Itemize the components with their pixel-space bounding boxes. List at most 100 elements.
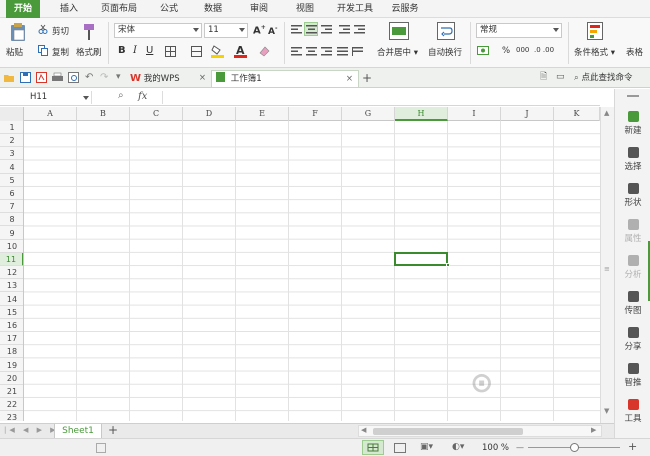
align-center-icon[interactable]: [305, 46, 317, 56]
zoom-level[interactable]: 100 %: [482, 443, 509, 453]
tab-formulas[interactable]: 公式: [152, 0, 186, 18]
row-header[interactable]: 1: [0, 121, 23, 134]
row-header[interactable]: 22: [0, 398, 23, 412]
row-header[interactable]: 18: [0, 345, 23, 359]
font-name-select[interactable]: 宋体: [114, 23, 202, 38]
row-header[interactable]: 17: [0, 332, 23, 346]
cell-grid[interactable]: [24, 121, 600, 421]
column-header[interactable]: K: [554, 107, 600, 121]
underline-icon[interactable]: U: [146, 45, 153, 56]
zoom-lens-icon[interactable]: ⌕: [118, 90, 124, 101]
save-icon[interactable]: [20, 72, 31, 83]
panel-collapse-icon[interactable]: [627, 95, 639, 97]
row-header[interactable]: 2: [0, 134, 23, 148]
column-header[interactable]: C: [130, 107, 183, 121]
print-preview-icon[interactable]: [68, 72, 79, 83]
normal-view-icon[interactable]: [362, 440, 384, 455]
close-icon[interactable]: ×: [346, 71, 353, 88]
tab-page-layout[interactable]: 页面布局: [96, 0, 142, 18]
panel-item-share[interactable]: 分享: [615, 327, 650, 352]
tab-workbook[interactable]: 工作簿1 ×: [211, 70, 359, 87]
tab-view[interactable]: 视图: [288, 0, 322, 18]
row-header[interactable]: 6: [0, 187, 23, 200]
merge-cells-small-icon[interactable]: [190, 45, 202, 57]
decimal-icons[interactable]: .0 .00: [534, 46, 554, 54]
column-header-selected[interactable]: H: [395, 107, 448, 121]
page-layout-view-icon[interactable]: ▣▾: [420, 442, 433, 452]
row-header[interactable]: 20: [0, 372, 23, 385]
column-header[interactable]: F: [289, 107, 342, 121]
tab-my-wps[interactable]: W 我的WPS ×: [126, 70, 210, 87]
scroll-down-icon[interactable]: ▼: [604, 407, 609, 415]
align-top-icon[interactable]: [290, 24, 302, 34]
row-header[interactable]: 14: [0, 293, 23, 306]
redo-icon[interactable]: ↷: [100, 72, 111, 83]
row-header[interactable]: 19: [0, 359, 23, 372]
close-icon[interactable]: ×: [199, 70, 206, 87]
row-header[interactable]: 4: [0, 161, 23, 174]
sheet-tab-sheet1[interactable]: Sheet1: [54, 424, 102, 439]
new-tab-button[interactable]: +: [362, 70, 376, 87]
justify-icon[interactable]: [336, 46, 348, 56]
currency-icon[interactable]: [477, 45, 489, 57]
panel-item-tools[interactable]: 工具: [615, 399, 650, 424]
horizontal-scrollbar[interactable]: ◀ ▶: [358, 425, 602, 437]
active-cell[interactable]: [394, 252, 448, 266]
distributed-icon[interactable]: [351, 46, 363, 56]
row-header[interactable]: 9: [0, 227, 23, 240]
row-header[interactable]: 15: [0, 306, 23, 319]
row-header[interactable]: 5: [0, 174, 23, 187]
tab-insert[interactable]: 插入: [52, 0, 86, 18]
clear-format-icon[interactable]: [258, 45, 270, 57]
column-header[interactable]: D: [183, 107, 236, 121]
row-header[interactable]: 7: [0, 200, 23, 214]
tab-review[interactable]: 审阅: [242, 0, 276, 18]
add-sheet-button[interactable]: +: [108, 423, 118, 437]
merge-center-button[interactable]: 合并居中 ▾: [377, 46, 418, 58]
italic-icon[interactable]: I: [133, 45, 137, 56]
column-header[interactable]: G: [342, 107, 395, 121]
paste-button[interactable]: 粘贴: [6, 46, 23, 58]
align-middle-icon[interactable]: [304, 22, 318, 36]
column-header[interactable]: J: [501, 107, 554, 121]
scroll-grip-icon[interactable]: ≡: [604, 265, 610, 273]
align-right-icon[interactable]: [320, 46, 332, 56]
open-icon[interactable]: [4, 72, 15, 83]
bold-icon[interactable]: B: [118, 45, 126, 56]
conditional-format-button[interactable]: 条件格式 ▾: [574, 46, 615, 58]
scroll-thumb[interactable]: [373, 428, 523, 435]
thousands-button[interactable]: 000: [516, 46, 529, 54]
panel-item-analyze[interactable]: 分析: [615, 255, 650, 280]
row-header[interactable]: 13: [0, 279, 23, 293]
number-format-select[interactable]: 常规: [476, 23, 562, 38]
wrap-text-button[interactable]: 自动换行: [428, 46, 462, 58]
print-icon[interactable]: [52, 72, 63, 83]
tab-cloud[interactable]: 云服务: [386, 0, 424, 18]
cut-button[interactable]: 剪切: [52, 25, 69, 37]
panel-item-select[interactable]: 选择: [615, 147, 650, 172]
percent-button[interactable]: %: [502, 46, 510, 56]
export-pdf-icon[interactable]: [36, 72, 47, 83]
panel-item-upload-image[interactable]: 传图: [615, 291, 650, 316]
row-header[interactable]: 3: [0, 147, 23, 161]
font-size-select[interactable]: 11: [204, 23, 248, 38]
fill-handle[interactable]: [446, 263, 450, 267]
formula-input[interactable]: [162, 91, 598, 104]
font-color-icon[interactable]: A: [234, 44, 247, 58]
scroll-left-icon[interactable]: ◀: [361, 426, 366, 434]
table-style-button[interactable]: 表格: [626, 46, 650, 58]
eye-protection-icon[interactable]: ◐▾: [452, 442, 464, 452]
insert-function-button[interactable]: fx: [138, 91, 147, 102]
borders-icon[interactable]: [164, 45, 176, 57]
align-bottom-icon[interactable]: [320, 24, 332, 34]
name-box[interactable]: H11: [2, 91, 92, 104]
file-icon[interactable]: 🗎: [540, 72, 551, 83]
scroll-up-icon[interactable]: ▲: [604, 109, 609, 117]
format-painter-button[interactable]: 格式刷: [76, 46, 102, 58]
panel-item-shapes[interactable]: 形状: [615, 183, 650, 208]
zoom-in-button[interactable]: +: [628, 440, 637, 453]
tab-developer[interactable]: 开发工具: [332, 0, 378, 18]
row-header[interactable]: 21: [0, 385, 23, 398]
page-break-view-icon[interactable]: [394, 443, 406, 453]
macro-record-icon[interactable]: [96, 443, 106, 453]
